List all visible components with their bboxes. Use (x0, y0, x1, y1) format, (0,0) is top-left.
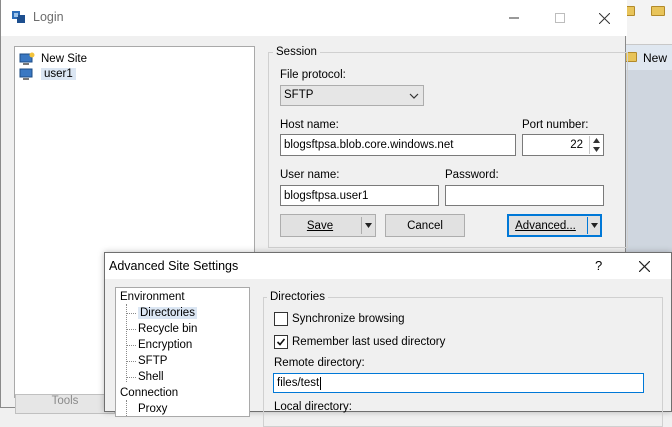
minimize-button[interactable] (491, 0, 537, 36)
minimize-icon (509, 17, 519, 19)
host-name-value: blogsftpsa.blob.core.windows.net (284, 139, 454, 151)
file-protocol-value: SFTP (284, 89, 314, 101)
save-dropdown[interactable] (361, 217, 375, 234)
settings-category-tree[interactable]: Environment Directories Recycle bin Encr… (115, 287, 250, 417)
winscp-logo-icon (12, 11, 25, 23)
remember-last-directory-checkbox[interactable]: Remember last used directory (274, 335, 445, 349)
user-name-label: User name: (280, 169, 340, 181)
tree-connector (126, 329, 136, 330)
tree-node-connection[interactable]: Connection (120, 386, 178, 401)
session-legend: Session (273, 46, 320, 58)
spin-down-icon[interactable] (593, 147, 600, 152)
tree-node-recycle-bin[interactable]: Recycle bin (138, 322, 197, 337)
close-icon (638, 260, 650, 272)
maximize-icon (555, 13, 565, 23)
tools-button[interactable]: Tools (15, 394, 115, 414)
host-name-input[interactable]: blogsftpsa.blob.core.windows.net (280, 134, 516, 156)
advanced-title: Advanced Site Settings (109, 259, 239, 273)
advanced-button[interactable]: Advanced... (507, 214, 602, 237)
chevron-down-icon (409, 93, 419, 99)
file-protocol-label: File protocol: (280, 69, 346, 81)
new-site-icon (19, 52, 35, 65)
close-button[interactable] (581, 0, 627, 36)
remote-directory-input[interactable]: files/test (273, 373, 644, 393)
spin-up-icon[interactable] (593, 138, 600, 143)
synchronize-browsing-label: Synchronize browsing (292, 313, 405, 325)
tree-connector (126, 400, 127, 416)
caret-down-icon (590, 223, 598, 228)
advanced-site-settings-dialog: Advanced Site Settings ? Environment Dir… (104, 252, 672, 427)
checkbox-box[interactable] (274, 312, 288, 326)
save-label: Save (306, 219, 334, 232)
password-label: Password: (445, 169, 499, 181)
user-name-value: blogsftpsa.user1 (284, 189, 369, 202)
port-number-label: Port number: (522, 119, 589, 131)
port-number-stepper[interactable]: 22 (522, 134, 604, 156)
tree-connector (126, 345, 136, 346)
tools-label: Tools (51, 395, 79, 407)
site-item-user1[interactable]: user1 (19, 65, 76, 82)
checkbox-box[interactable] (274, 335, 288, 349)
local-directory-label: Local directory: (274, 401, 352, 413)
host-name-label: Host name: (280, 119, 339, 131)
tree-node-proxy[interactable]: Proxy (138, 402, 167, 417)
site-label: user1 (41, 67, 76, 80)
advanced-label: Advanced... (515, 219, 576, 232)
port-number-value: 22 (570, 139, 583, 151)
tree-connector (126, 361, 136, 362)
advanced-titlebar: Advanced Site Settings ? (105, 253, 671, 279)
remote-directory-label: Remote directory: (274, 357, 365, 369)
tree-connector (126, 304, 127, 382)
remember-last-directory-label: Remember last used directory (292, 336, 446, 348)
tree-connector (126, 377, 136, 378)
tree-node-environment[interactable]: Environment (120, 290, 185, 305)
caret-down-icon (365, 223, 372, 228)
tree-connector (126, 313, 136, 314)
directories-legend: Directories (267, 291, 328, 303)
tree-node-sftp[interactable]: SFTP (138, 354, 167, 369)
login-title: Login (33, 10, 64, 24)
site-computer-icon (19, 68, 33, 80)
file-protocol-select[interactable]: SFTP (280, 85, 424, 106)
advanced-close-button[interactable] (629, 255, 659, 277)
user-name-input[interactable]: blogsftpsa.user1 (280, 185, 439, 206)
cancel-label: Cancel (407, 219, 443, 232)
new-button-label[interactable]: New (643, 51, 667, 65)
synchronize-browsing-checkbox[interactable]: Synchronize browsing (274, 312, 405, 326)
advanced-dropdown[interactable] (587, 217, 600, 234)
help-button[interactable]: ? (595, 258, 602, 273)
maximize-button[interactable] (537, 0, 583, 36)
checkmark-icon (276, 338, 286, 346)
tree-node-directories[interactable]: Directories (138, 306, 197, 321)
site-label: New Site (41, 52, 88, 65)
tree-node-encryption[interactable]: Encryption (138, 338, 192, 353)
cancel-button[interactable]: Cancel (385, 214, 465, 237)
login-titlebar: Login (1, 0, 627, 36)
folder-icon (651, 6, 665, 16)
port-spin-buttons[interactable] (589, 136, 602, 154)
save-button[interactable]: Save (280, 214, 376, 237)
close-icon (598, 12, 610, 24)
remote-directory-value: files/test (277, 377, 320, 389)
tree-node-shell[interactable]: Shell (138, 370, 164, 385)
text-cursor (320, 376, 322, 390)
password-input[interactable] (445, 185, 604, 206)
